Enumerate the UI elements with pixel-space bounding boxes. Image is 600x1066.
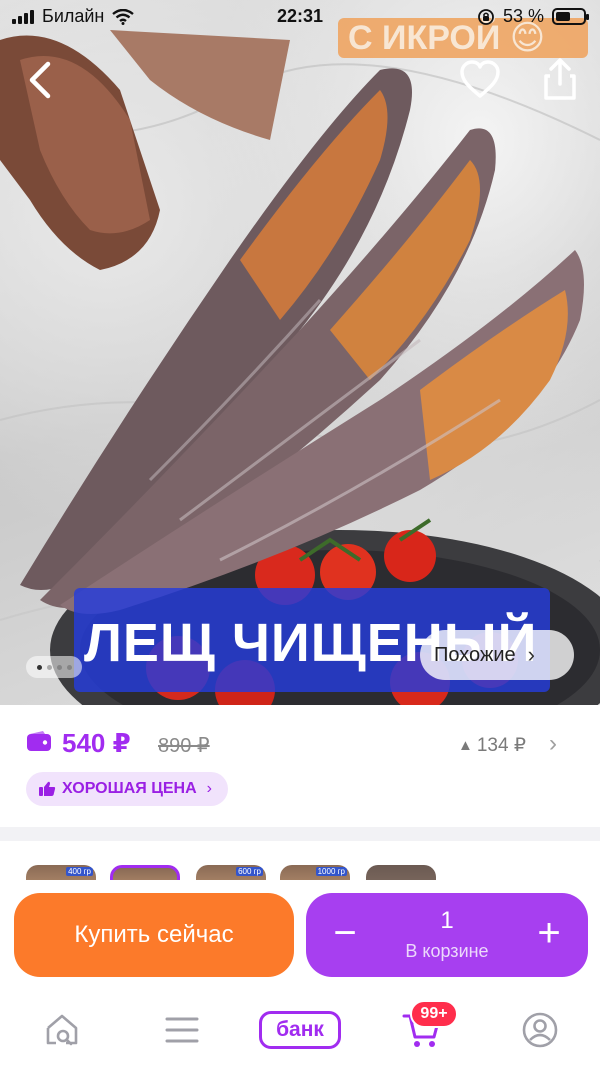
chevron-right-icon: › bbox=[527, 642, 535, 667]
profile-icon bbox=[522, 1012, 558, 1048]
variant-weight: 1000 гр bbox=[315, 867, 347, 876]
home-search-icon bbox=[46, 1014, 78, 1046]
wallet-icon bbox=[27, 731, 51, 751]
share-icon[interactable] bbox=[538, 56, 582, 102]
similar-button[interactable]: Похожие › bbox=[420, 630, 574, 680]
similar-label: Похожие bbox=[434, 643, 516, 666]
battery-level bbox=[556, 12, 570, 21]
section-divider bbox=[0, 827, 600, 841]
current-price: 540 ₽ bbox=[62, 728, 131, 758]
good-price-label: ХОРОШАЯ ЦЕНА bbox=[62, 780, 197, 797]
slide-dot bbox=[36, 664, 42, 670]
buy-now-button[interactable]: Купить сейчас bbox=[14, 893, 294, 977]
status-bar: Билайн 22:31 53 % bbox=[0, 0, 600, 34]
price-drop[interactable]: ▲ 134 ₽ bbox=[458, 734, 526, 757]
orientation-lock-icon bbox=[478, 8, 494, 25]
variant-weight: 600 гр bbox=[236, 867, 263, 876]
battery-icon bbox=[552, 8, 589, 25]
price-card bbox=[0, 705, 600, 827]
chevron-right-icon: › bbox=[206, 780, 212, 797]
nav-profile[interactable] bbox=[518, 1008, 562, 1052]
back-arrow-icon[interactable] bbox=[22, 58, 62, 102]
heart-icon[interactable] bbox=[458, 58, 502, 102]
slide-indicator bbox=[26, 656, 82, 678]
old-price: 890 ₽ bbox=[158, 735, 210, 757]
price-drop-value: 134 ₽ bbox=[476, 735, 526, 756]
slide-dot bbox=[46, 664, 52, 670]
menu-icon bbox=[165, 1017, 199, 1043]
nav-catalog[interactable] bbox=[160, 1008, 204, 1052]
plus-icon[interactable]: + bbox=[532, 911, 566, 957]
triangle-up-icon: ▲ bbox=[458, 737, 473, 754]
slide-dot bbox=[66, 664, 72, 670]
status-right: 53 % bbox=[477, 6, 589, 27]
product-photo[interactable]: С ИКРОЙ 😊 ЛЕЩ ЧИЩЕНЫЙ bbox=[0, 0, 600, 705]
slide-dot bbox=[56, 664, 62, 670]
cart-quantity-stepper: − 1 В корзине + bbox=[306, 893, 588, 977]
cart-count-badge: 99+ bbox=[410, 1000, 458, 1028]
battery-percent: 53 % bbox=[502, 6, 544, 26]
nav-home[interactable] bbox=[40, 1008, 84, 1052]
variant-weight: 400 гр bbox=[66, 867, 93, 876]
nav-bank[interactable]: банк bbox=[258, 1008, 342, 1052]
good-price-badge[interactable]: ХОРОШАЯ ЦЕНА › bbox=[26, 772, 228, 806]
bank-label: банк bbox=[259, 1011, 341, 1049]
chevron-right-icon[interactable]: › bbox=[549, 730, 557, 758]
buy-now-label: Купить сейчас bbox=[74, 921, 234, 948]
thumbs-up-icon bbox=[39, 781, 56, 796]
